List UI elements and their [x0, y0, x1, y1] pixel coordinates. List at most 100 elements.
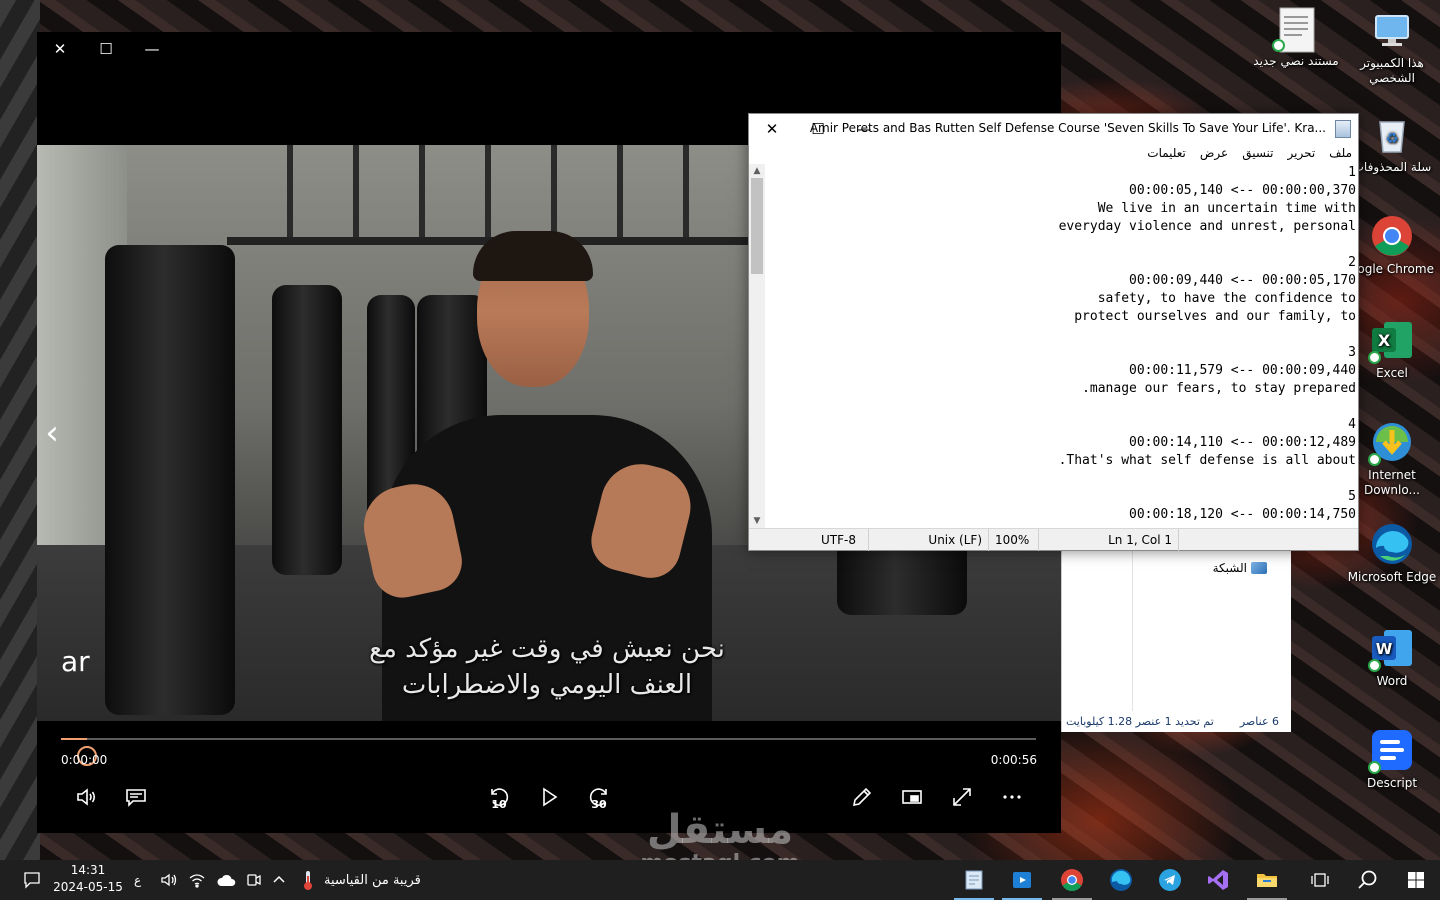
task-view-button[interactable] — [1296, 860, 1344, 900]
text-line: 00:00:11,579 <-- 00:00:09,440 — [1129, 363, 1356, 378]
system-tray — [160, 860, 286, 900]
explorer-status-bar: 6 عناصر تم تحديد 1 عنصر 1.28 كيلوبايت — [1062, 710, 1291, 732]
folder-icon — [1257, 874, 1277, 887]
skip-forward-seconds: 30 — [591, 798, 607, 811]
taskbar-app-file-explorer[interactable] — [1243, 860, 1291, 900]
more-icon — [1003, 795, 1021, 799]
task-view-icon — [1311, 873, 1329, 887]
taskbar-app-media-player[interactable] — [998, 860, 1046, 900]
descript-icon — [1368, 728, 1414, 774]
windows-icon — [1408, 872, 1424, 888]
text-line: 00:00:18,120 <-- 00:00:14,750 — [1129, 507, 1356, 522]
desktop-icon-label: Descript — [1366, 776, 1418, 790]
current-time: 0:00:00 — [61, 753, 108, 767]
notepad-window[interactable]: ✕ ☐ — Amir Perets and Bas Rutten Self De… — [748, 113, 1359, 551]
items-count: 6 عناصر — [1239, 714, 1279, 728]
text-line: 4 — [1348, 417, 1356, 432]
pencil-icon — [852, 787, 872, 807]
taskbar-app-visual-studio[interactable] — [1194, 860, 1242, 900]
search-button[interactable] — [1344, 860, 1392, 900]
menu-file[interactable]: ملف — [1329, 145, 1352, 165]
audio-language-tag: ar — [61, 645, 90, 678]
notepad-icon — [1335, 120, 1351, 138]
wallpaper-strip — [0, 0, 40, 860]
text-line: 2 — [1348, 255, 1356, 270]
input-language-indicator[interactable]: ع — [134, 860, 141, 900]
close-button[interactable]: ✕ — [42, 36, 78, 62]
subtitles-icon — [126, 789, 146, 807]
text-line: We live in an uncertain time with — [1097, 201, 1356, 216]
player-titlebar[interactable]: ✕ ☐ — — [37, 32, 1061, 66]
pane-divider — [1132, 551, 1133, 711]
chrome-icon — [1061, 869, 1083, 891]
scroll-up-icon[interactable]: ▲ — [749, 165, 765, 177]
notepad-titlebar[interactable]: ✕ ☐ — Amir Perets and Bas Rutten Self De… — [749, 114, 1358, 144]
vertical-scrollbar[interactable]: ▲ ▼ — [749, 164, 765, 528]
text-line — [776, 236, 1356, 254]
taskbar-app-chrome[interactable] — [1048, 860, 1096, 900]
start-button[interactable] — [1392, 860, 1440, 900]
desktop-icon-label: هذا الكمبيوتر الشخصي — [1360, 56, 1424, 85]
text-line: 00:00:09,440 <-- 00:00:05,170 — [1129, 273, 1356, 288]
minimize-button[interactable]: — — [134, 36, 170, 62]
menu-view[interactable]: عرض — [1200, 145, 1228, 165]
taskbar-app-edge[interactable] — [1097, 860, 1145, 900]
notification-center-button[interactable] — [8, 860, 56, 900]
desktop-icon-word[interactable]: W Word — [1344, 626, 1440, 689]
weather-widget[interactable]: قريبة من القياسية — [300, 860, 421, 900]
sync-status-icon — [1272, 39, 1285, 52]
taskbar-app-telegram[interactable] — [1146, 860, 1194, 900]
subtitle-overlay: نحن نعيش في وقت غير مؤكد مع العنف اليومي… — [287, 631, 807, 703]
input-language-label: ع — [134, 873, 142, 887]
skip-forward-button[interactable]: 30 — [579, 777, 619, 817]
fullscreen-button[interactable] — [942, 777, 982, 817]
video-scene-person-hair — [473, 231, 593, 281]
clock-time: 14:31 — [70, 863, 106, 877]
seek-bar[interactable] — [61, 738, 1036, 766]
desktop-icon-this-pc[interactable]: هذا الكمبيوتر الشخصي — [1344, 8, 1440, 86]
text-line: safety, to have the confidence to — [1097, 291, 1356, 306]
meet-now-icon[interactable] — [246, 872, 262, 888]
system-clock[interactable]: 14:31 2024-05-15 — [52, 862, 124, 898]
excel-icon: X — [1368, 318, 1414, 364]
skip-back-button[interactable]: 10 — [479, 777, 519, 817]
thermometer-icon — [304, 871, 312, 890]
edit-button[interactable] — [842, 777, 882, 817]
video-scene-bag — [272, 285, 342, 575]
maximize-button[interactable]: ☐ — [88, 36, 124, 62]
notepad-menubar: ملف تحرير تنسيق عرض تعليمات — [1147, 145, 1352, 165]
text-line — [776, 398, 1356, 416]
scroll-down-icon[interactable]: ▼ — [749, 515, 765, 527]
monitor-icon — [1370, 8, 1414, 52]
text-editor[interactable]: 1 00:00:05,140 <-- 00:00:00,370 We live in… — [765, 164, 1358, 528]
taskbar-app-notepad[interactable] — [950, 860, 998, 900]
text-line — [776, 470, 1356, 488]
volume-icon[interactable] — [160, 872, 178, 888]
more-options-button[interactable] — [992, 777, 1032, 817]
onedrive-icon[interactable] — [216, 873, 236, 887]
nav-item-network[interactable]: الشبكة — [1213, 561, 1267, 575]
wifi-icon[interactable] — [188, 872, 206, 888]
telegram-icon — [1159, 869, 1181, 891]
watermark-arabic: مستقل — [646, 807, 794, 853]
chevron-up-icon[interactable] — [272, 873, 286, 887]
desktop-icon-descript[interactable]: Descript — [1344, 728, 1440, 791]
total-time: 0:00:56 — [990, 753, 1037, 767]
menu-help[interactable]: تعليمات — [1147, 145, 1186, 165]
volume-button[interactable] — [66, 777, 106, 817]
skip-back-seconds: 10 — [491, 798, 507, 811]
seek-progress — [61, 738, 88, 740]
svg-text:W: W — [1376, 640, 1393, 658]
menu-edit[interactable]: تحرير — [1288, 145, 1316, 165]
subtitles-button[interactable] — [116, 777, 156, 817]
mini-view-button[interactable] — [892, 777, 932, 817]
close-button[interactable]: ✕ — [749, 114, 795, 144]
notepad-icon — [965, 870, 983, 890]
menu-format[interactable]: تنسيق — [1242, 145, 1273, 165]
previous-chevron-icon[interactable]: ‹ — [37, 405, 67, 461]
play-button[interactable] — [529, 777, 569, 817]
text-line — [776, 326, 1356, 344]
desktop-icon-new-text-doc[interactable]: مستند نصي جديد — [1248, 6, 1344, 69]
file-explorer-window[interactable]: الشبكة 6 عناصر تم تحديد 1 عنصر 1.28 كيلو… — [1061, 551, 1291, 732]
scrollbar-thumb[interactable] — [751, 178, 763, 274]
